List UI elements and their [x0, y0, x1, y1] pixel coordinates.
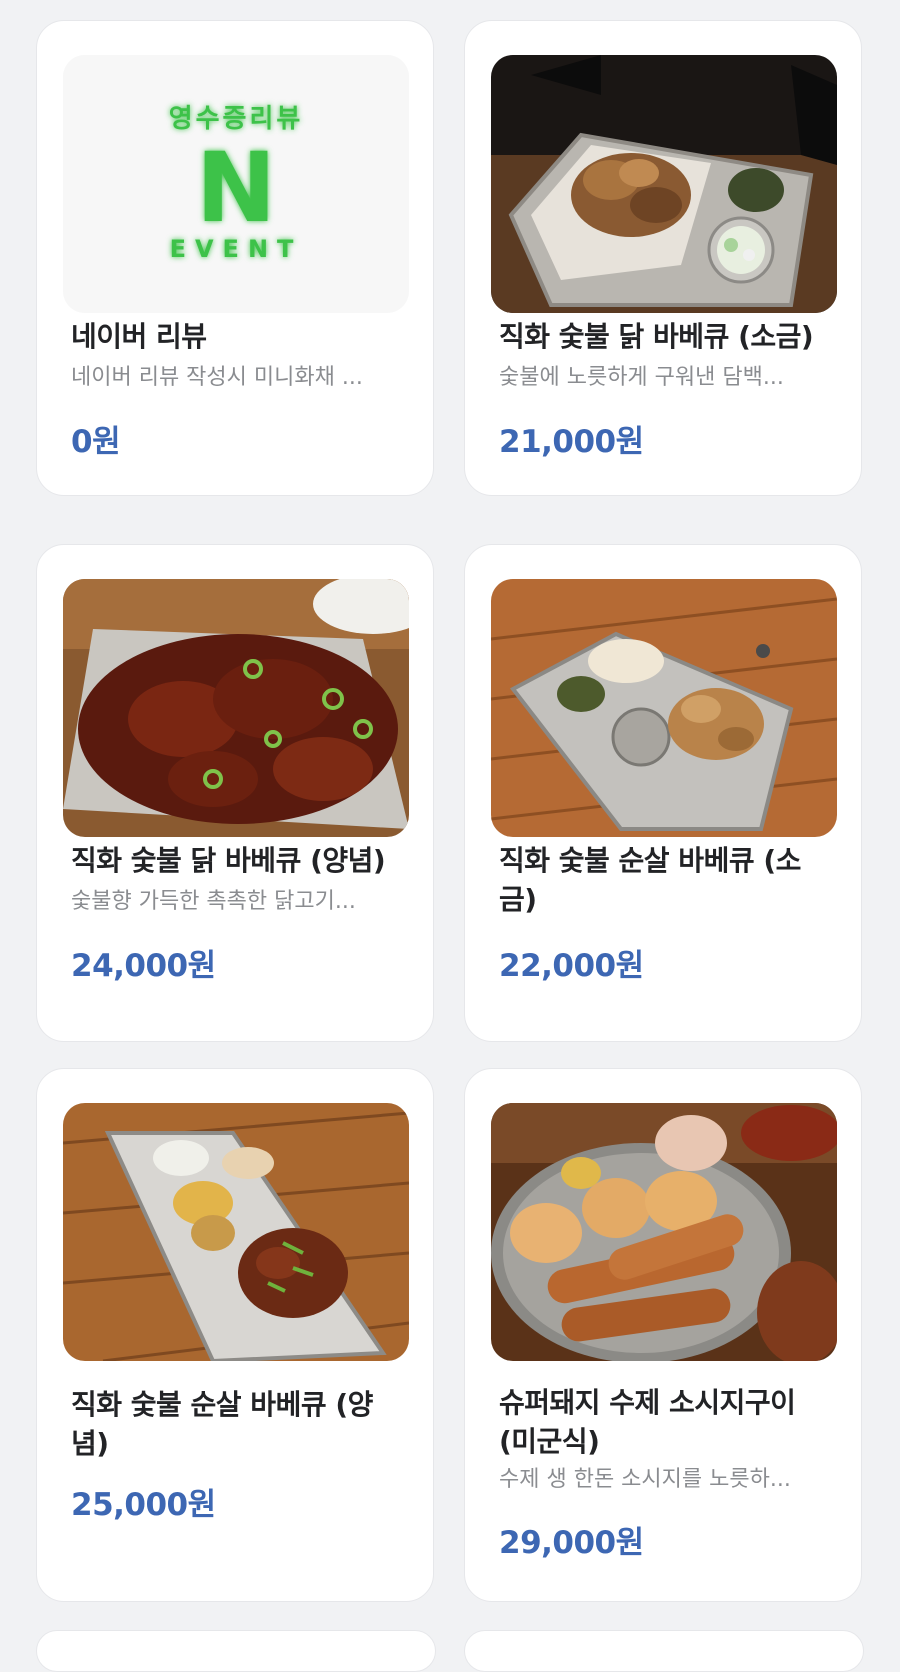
menu-item-description: 네이버 리뷰 작성시 미니화채 ... [71, 365, 363, 390]
badge-top-text: 영수증리뷰 [169, 104, 304, 134]
menu-item-price: 0원 [71, 424, 121, 460]
menu-card-chicken-bbq-salt[interactable]: 직화 숯불 닭 바베큐 (소금) 숯불에 노릇하게 구워낸 담백... 21,0… [464, 20, 862, 496]
badge-bottom-text: EVENT [170, 235, 303, 263]
menu-item-name: 직화 숯불 닭 바베큐 (소금) [499, 320, 814, 353]
menu-item-name: 직화 숯불 순살 바베큐 (소금) [499, 844, 801, 916]
chicken-bbq-salt-image [491, 55, 837, 313]
menu-item-name: 네이버 리뷰 [71, 320, 207, 353]
menu-card-chicken-bbq-sauce[interactable]: 직화 숯불 닭 바베큐 (양념) 숯불향 가득한 촉촉한 닭고기... 24,0… [36, 544, 434, 1042]
naver-event-image: 영수증리뷰 N EVENT [63, 55, 409, 313]
boneless-bbq-sauce-image [63, 1103, 409, 1361]
menu-item-description: 수제 생 한돈 소시지를 노릇하... [499, 1467, 791, 1492]
menu-item-description: 숯불에 노릇하게 구워낸 담백... [499, 365, 784, 390]
badge-letter: N [196, 132, 276, 244]
menu-item-price: 24,000원 [71, 948, 216, 984]
boneless-bbq-salt-image [491, 579, 837, 837]
sausage-image [491, 1103, 837, 1361]
menu-item-price: 22,000원 [499, 948, 644, 984]
menu-item-price: 29,000원 [499, 1525, 644, 1561]
menu-card-boneless-bbq-salt[interactable]: 직화 숯불 순살 바베큐 (소금) 22,000원 [464, 544, 862, 1042]
menu-item-price: 21,000원 [499, 424, 644, 460]
chicken-bbq-sauce-image [63, 579, 409, 837]
menu-card-next-left[interactable] [36, 1630, 436, 1672]
menu-card-boneless-bbq-sauce[interactable]: 직화 숯불 순살 바베큐 (양념) 25,000원 [36, 1068, 434, 1602]
menu-item-description: 숯불향 가득한 촉촉한 닭고기... [71, 889, 356, 914]
menu-item-name: 직화 숯불 순살 바베큐 (양념) [71, 1388, 373, 1460]
menu-item-price: 25,000원 [71, 1487, 216, 1523]
menu-card-next-right[interactable] [464, 1630, 864, 1672]
menu-item-name: 슈퍼돼지 수제 소시지구이 (미군식) [499, 1386, 796, 1458]
menu-card-sausage[interactable]: 슈퍼돼지 수제 소시지구이 (미군식) 수제 생 한돈 소시지를 노릇하... … [464, 1068, 862, 1602]
menu-item-name: 직화 숯불 닭 바베큐 (양념) [71, 844, 386, 877]
naver-event-badge: 영수증리뷰 N EVENT [63, 55, 409, 313]
menu-card-naver-review[interactable]: 영수증리뷰 N EVENT 네이버 리뷰 네이버 리뷰 작성시 미니화채 ...… [36, 20, 434, 496]
